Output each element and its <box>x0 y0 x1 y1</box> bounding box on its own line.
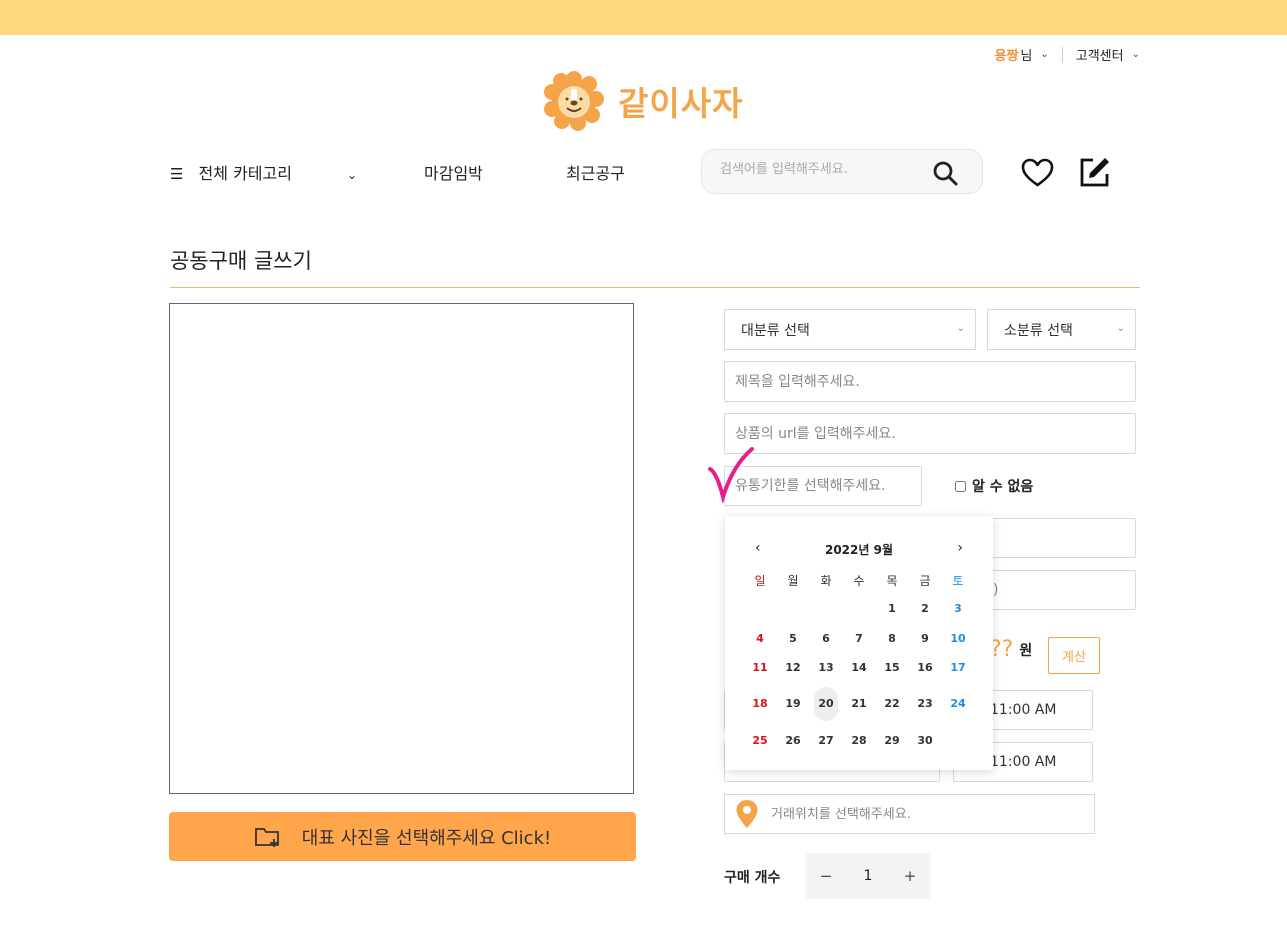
calendar-day[interactable]: 5 <box>781 627 805 651</box>
map-pin-icon <box>736 800 758 828</box>
select-photo-button[interactable]: 대표 사진을 선택해주세요 Click! <box>169 812 636 861</box>
unknown-expiry-option[interactable]: 알 수 없음 <box>955 476 1033 496</box>
quantity-label: 구매 개수 <box>724 870 781 886</box>
search-icon[interactable] <box>932 160 958 186</box>
chevron-down-icon: ⌄ <box>956 323 965 334</box>
weekday-header: 토 <box>952 574 964 588</box>
weekday-header: 일 <box>754 574 766 588</box>
quantity-minus-button[interactable]: − <box>805 867 847 885</box>
weekday-header: 화 <box>820 574 832 588</box>
major-category-select[interactable]: 대분류 선택 ⌄ <box>724 309 976 350</box>
unknown-expiry-label: 알 수 없음 <box>972 479 1034 495</box>
calendar-day[interactable]: 8 <box>880 627 904 651</box>
major-category-value: 대분류 선택 <box>741 322 810 339</box>
calendar-day[interactable]: 10 <box>946 627 970 651</box>
weekday-header: 월 <box>787 574 799 588</box>
quantity-value: 1 <box>863 868 873 884</box>
weekday-header: 목 <box>886 574 898 588</box>
calendar-day[interactable]: 14 <box>847 656 871 680</box>
category-chevron-icon: ⌄ <box>347 168 358 182</box>
time-value-2: 11:00 AM <box>990 754 1057 770</box>
page-title: 공동구매 글쓰기 <box>170 249 312 273</box>
nav-deadline[interactable]: 마감임박 <box>424 160 483 184</box>
calendar-day[interactable]: 7 <box>847 627 871 651</box>
calendar-day[interactable]: 24 <box>946 692 970 716</box>
hamburger-icon: ☰ <box>170 165 184 183</box>
user-name[interactable]: 용짱 <box>994 45 1018 64</box>
calendar-day[interactable]: 4 <box>748 627 772 651</box>
calendar-day[interactable]: 1 <box>880 597 904 621</box>
location-field <box>724 794 1095 834</box>
weekday-header: 금 <box>919 574 931 588</box>
utility-separator <box>1061 46 1063 63</box>
user-suffix: 님 <box>1020 49 1033 64</box>
price-display: ?? 원 <box>990 637 1032 662</box>
all-category-menu[interactable]: ☰ 전체 카테고리 ⌄ <box>170 160 357 184</box>
calendar-day[interactable]: 27 <box>814 729 838 753</box>
calendar-day[interactable]: 16 <box>913 656 937 680</box>
calendar-day[interactable]: 15 <box>880 656 904 680</box>
title-divider <box>170 287 1140 288</box>
quantity-plus-button[interactable]: + <box>889 867 931 885</box>
next-month-button[interactable]: › <box>957 540 963 556</box>
calendar-day[interactable]: 25 <box>748 729 772 753</box>
hidden-field-fragment: ) <box>993 582 999 598</box>
calendar-day[interactable]: 18 <box>748 692 772 716</box>
nav-recent[interactable]: 최근공구 <box>566 160 625 184</box>
calendar-day[interactable]: 21 <box>847 692 871 716</box>
search-input[interactable] <box>720 162 930 177</box>
calendar-day[interactable]: 13 <box>814 656 838 680</box>
title-input[interactable] <box>725 362 1135 401</box>
location-input[interactable] <box>771 806 1071 822</box>
customer-center-link[interactable]: 고객센터 <box>1076 45 1124 64</box>
check-mark-icon <box>708 447 754 503</box>
calendar-day[interactable]: 30 <box>913 729 937 753</box>
calendar-day[interactable]: 6 <box>814 627 838 651</box>
user-menu-chevron-icon[interactable]: ⌄ <box>1040 49 1048 60</box>
search-bar <box>701 149 983 194</box>
calendar-day[interactable]: 3 <box>946 597 970 621</box>
heart-icon[interactable] <box>1021 158 1054 188</box>
minor-category-value: 소분류 선택 <box>1004 322 1073 339</box>
price-value: ?? <box>990 637 1014 662</box>
time-value-1: 11:00 AM <box>990 702 1057 718</box>
unknown-expiry-checkbox[interactable] <box>955 480 966 492</box>
calendar-day[interactable]: 29 <box>880 729 904 753</box>
all-category-label: 전체 카테고리 <box>198 164 292 183</box>
calendar-day[interactable]: 22 <box>880 692 904 716</box>
photo-preview <box>169 303 634 794</box>
select-photo-label: 대표 사진을 선택해주세요 Click! <box>301 827 552 849</box>
edit-icon[interactable] <box>1079 156 1111 188</box>
url-field <box>724 413 1136 454</box>
date-picker: ‹ 2022년 9월 › 일 월 화 수 목 금 토 1 2 3 4 5 6 7 8 9 10 11 12 13 14 1… <box>725 516 993 770</box>
calculate-button[interactable]: 계산 <box>1048 637 1100 674</box>
customer-center-chevron-icon[interactable]: ⌄ <box>1132 49 1140 60</box>
month-label: 2022년 9월 <box>824 543 893 557</box>
utility-menu: 용짱 님 ⌄ 고객센터 ⌄ <box>994 45 1140 64</box>
calendar-day[interactable]: 9 <box>913 627 937 651</box>
quantity-stepper: − 1 + <box>805 853 931 899</box>
calendar-day[interactable]: 17 <box>946 656 970 680</box>
weekday-header: 수 <box>853 574 865 588</box>
calendar-day[interactable]: 28 <box>847 729 871 753</box>
calendar-day[interactable]: 11 <box>748 656 772 680</box>
folder-add-icon <box>254 826 282 848</box>
url-input[interactable] <box>725 414 1135 453</box>
brand-name: 같이사자 <box>618 84 744 123</box>
chevron-down-icon: ⌄ <box>1116 323 1125 334</box>
calendar-day[interactable]: 12 <box>781 656 805 680</box>
calendar-day[interactable]: 2 <box>913 597 937 621</box>
calendar-day-today[interactable]: 20 <box>814 687 838 721</box>
minor-category-select[interactable]: 소분류 선택 ⌄ <box>987 309 1136 350</box>
price-unit: 원 <box>1019 642 1033 659</box>
calendar-day[interactable]: 26 <box>781 729 805 753</box>
top-banner <box>0 0 1287 35</box>
calendar-day[interactable]: 19 <box>781 692 805 716</box>
calendar-day[interactable]: 23 <box>913 692 937 716</box>
lion-logo-icon <box>544 71 604 131</box>
title-field <box>724 361 1136 402</box>
site-logo[interactable]: 같이사자 <box>544 71 743 131</box>
